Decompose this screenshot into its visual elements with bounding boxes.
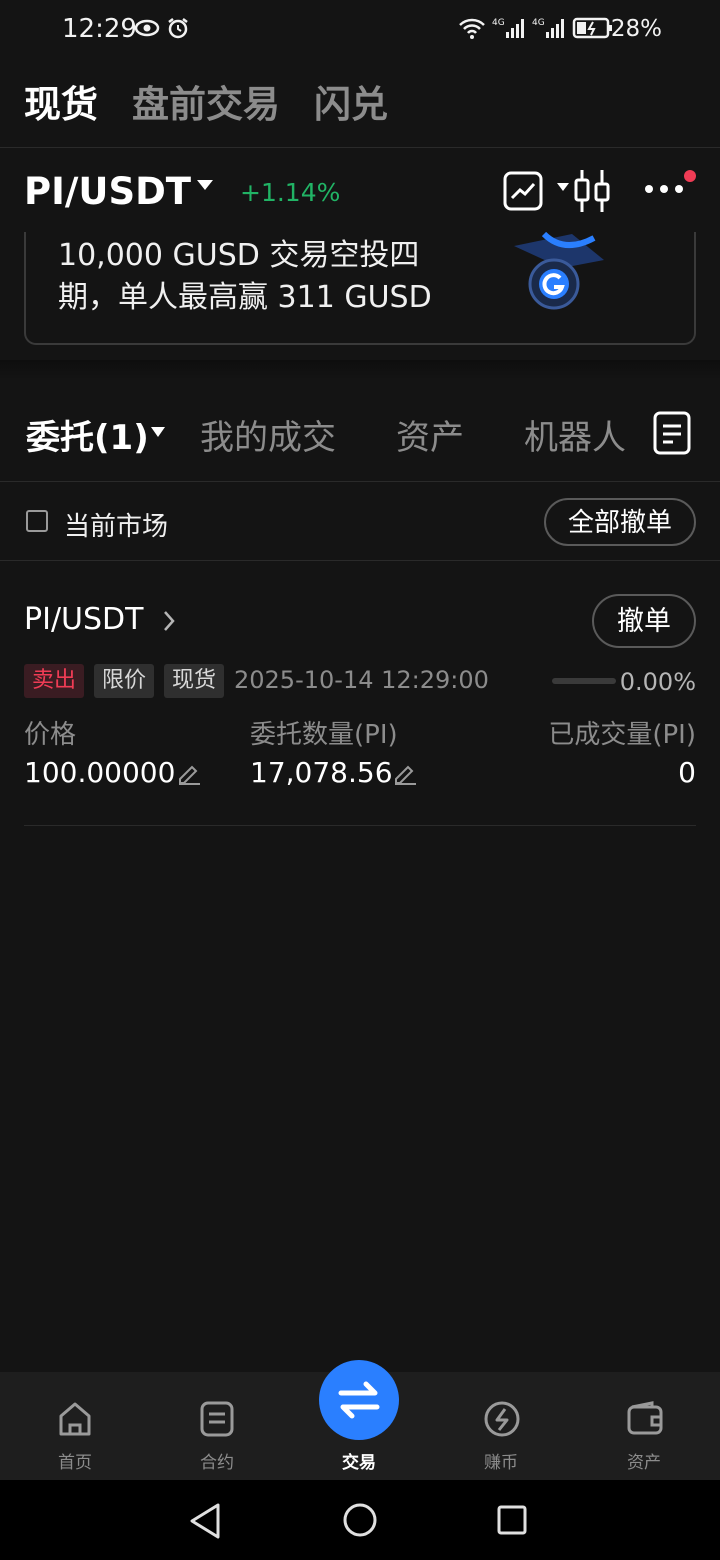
eye-icon bbox=[134, 19, 160, 37]
battery-percent: 28% bbox=[610, 16, 662, 42]
tab-open-orders[interactable]: 委托(1) bbox=[26, 410, 149, 459]
futures-icon bbox=[200, 1401, 234, 1437]
system-nav-bar bbox=[0, 1480, 720, 1560]
current-market-label[interactable]: 当前市场 bbox=[64, 506, 168, 543]
filled-label: 已成交量(PI) bbox=[548, 720, 696, 750]
signal-icon: 4G bbox=[492, 18, 524, 38]
chart-icon[interactable] bbox=[502, 170, 544, 212]
market-type-badge: 现货 bbox=[164, 664, 225, 698]
side-badge: 卖出 bbox=[24, 664, 85, 698]
banner-line-1: 10,000 GUSD 交易空投四 bbox=[58, 238, 420, 273]
price-change: +1.14% bbox=[240, 178, 341, 207]
svg-text:4G: 4G bbox=[532, 18, 545, 28]
cancel-all-button[interactable]: 全部撤单 bbox=[543, 498, 696, 546]
promo-banner[interactable]: 10,000 GUSD 交易空投四 期，单人最高赢 311 GUSD bbox=[24, 232, 696, 345]
chart-caret-icon[interactable] bbox=[556, 182, 570, 192]
bottom-nav: 首页 合约 交易 赚币 资产 bbox=[0, 1360, 720, 1480]
nav-home[interactable]: 首页 bbox=[25, 1372, 125, 1480]
order-tabs: 委托(1) 我的成交 资产 机器人 bbox=[26, 410, 698, 458]
caret-down-icon[interactable] bbox=[150, 426, 166, 438]
header-divider bbox=[0, 147, 720, 148]
notification-dot bbox=[684, 170, 696, 182]
tabs-divider bbox=[0, 481, 720, 482]
wifi-icon bbox=[459, 18, 485, 39]
nav-earn-label: 赚币 bbox=[484, 1453, 518, 1473]
nav-assets-label: 资产 bbox=[627, 1453, 661, 1473]
current-market-checkbox[interactable] bbox=[26, 510, 48, 532]
nav-home-label: 首页 bbox=[58, 1453, 92, 1473]
nav-earn[interactable]: 赚币 bbox=[451, 1372, 551, 1480]
nav-futures-label: 合约 bbox=[200, 1453, 234, 1473]
wallet-icon bbox=[627, 1401, 663, 1435]
status-notification-icons bbox=[134, 16, 190, 40]
status-time: 12:29 bbox=[62, 14, 137, 44]
candlestick-icon[interactable] bbox=[572, 168, 612, 214]
more-icon[interactable] bbox=[644, 184, 684, 194]
order-type-badge: 限价 bbox=[94, 664, 155, 698]
order-price: 100.00000 bbox=[24, 756, 176, 789]
section-separator bbox=[0, 360, 720, 380]
price-label: 价格 bbox=[24, 720, 77, 750]
order-filled: 0 bbox=[678, 756, 696, 789]
recents-icon[interactable] bbox=[496, 1504, 528, 1536]
order-history-icon[interactable] bbox=[652, 410, 692, 456]
back-icon[interactable] bbox=[188, 1502, 222, 1540]
nav-futures[interactable]: 合约 bbox=[167, 1372, 267, 1480]
nav-assets[interactable]: 资产 bbox=[594, 1372, 694, 1480]
order-datetime: 2025-10-14 12:29:00 bbox=[234, 666, 489, 694]
filter-row: 当前市场 全部撤单 bbox=[24, 498, 696, 546]
tab-bots[interactable]: 机器人 bbox=[524, 410, 626, 459]
alarm-icon bbox=[168, 18, 188, 39]
status-bar: 12:29 4G 4G 28% bbox=[0, 0, 720, 60]
filter-divider bbox=[0, 560, 720, 561]
amount-label: 委托数量(PI) bbox=[250, 720, 398, 750]
home-icon bbox=[59, 1402, 91, 1436]
gusd-coin-icon bbox=[514, 232, 604, 310]
fill-progress-bar bbox=[552, 678, 616, 684]
pair-selector[interactable]: PI/USDT bbox=[24, 170, 191, 213]
earn-icon bbox=[484, 1401, 520, 1437]
tab-assets[interactable]: 资产 bbox=[396, 410, 464, 459]
caret-down-icon[interactable] bbox=[196, 178, 214, 192]
order-divider bbox=[24, 825, 696, 826]
chevron-right-icon[interactable] bbox=[162, 610, 176, 632]
home-circle-icon[interactable] bbox=[342, 1502, 378, 1538]
trade-fab[interactable] bbox=[319, 1360, 399, 1440]
pair-header: PI/USDT +1.14% bbox=[24, 166, 696, 218]
svg-text:4G: 4G bbox=[492, 18, 505, 28]
tab-convert[interactable]: 闪兑 bbox=[314, 74, 388, 128]
swap-icon bbox=[338, 1381, 380, 1419]
market-type-tabs: 现货 盘前交易 闪兑 bbox=[24, 74, 388, 128]
status-signal-icons: 4G 4G bbox=[458, 16, 614, 40]
signal-icon-2: 4G bbox=[532, 18, 564, 38]
edit-amount-icon[interactable] bbox=[392, 760, 418, 786]
battery-icon bbox=[572, 17, 612, 39]
tab-my-trades[interactable]: 我的成交 bbox=[200, 410, 336, 459]
nav-trade-label: 交易 bbox=[342, 1453, 376, 1473]
banner-line-2: 期，单人最高赢 311 GUSD bbox=[58, 280, 432, 315]
order-pair[interactable]: PI/USDT bbox=[24, 602, 143, 637]
tab-spot[interactable]: 现货 bbox=[24, 74, 98, 128]
order-amount: 17,078.56 bbox=[250, 756, 393, 789]
nav-trade[interactable]: 交易 bbox=[309, 1360, 409, 1480]
fill-percent: 0.00% bbox=[619, 668, 696, 696]
cancel-order-button[interactable]: 撤单 bbox=[592, 594, 696, 648]
edit-price-icon[interactable] bbox=[176, 760, 202, 786]
tab-premarket[interactable]: 盘前交易 bbox=[132, 74, 280, 128]
